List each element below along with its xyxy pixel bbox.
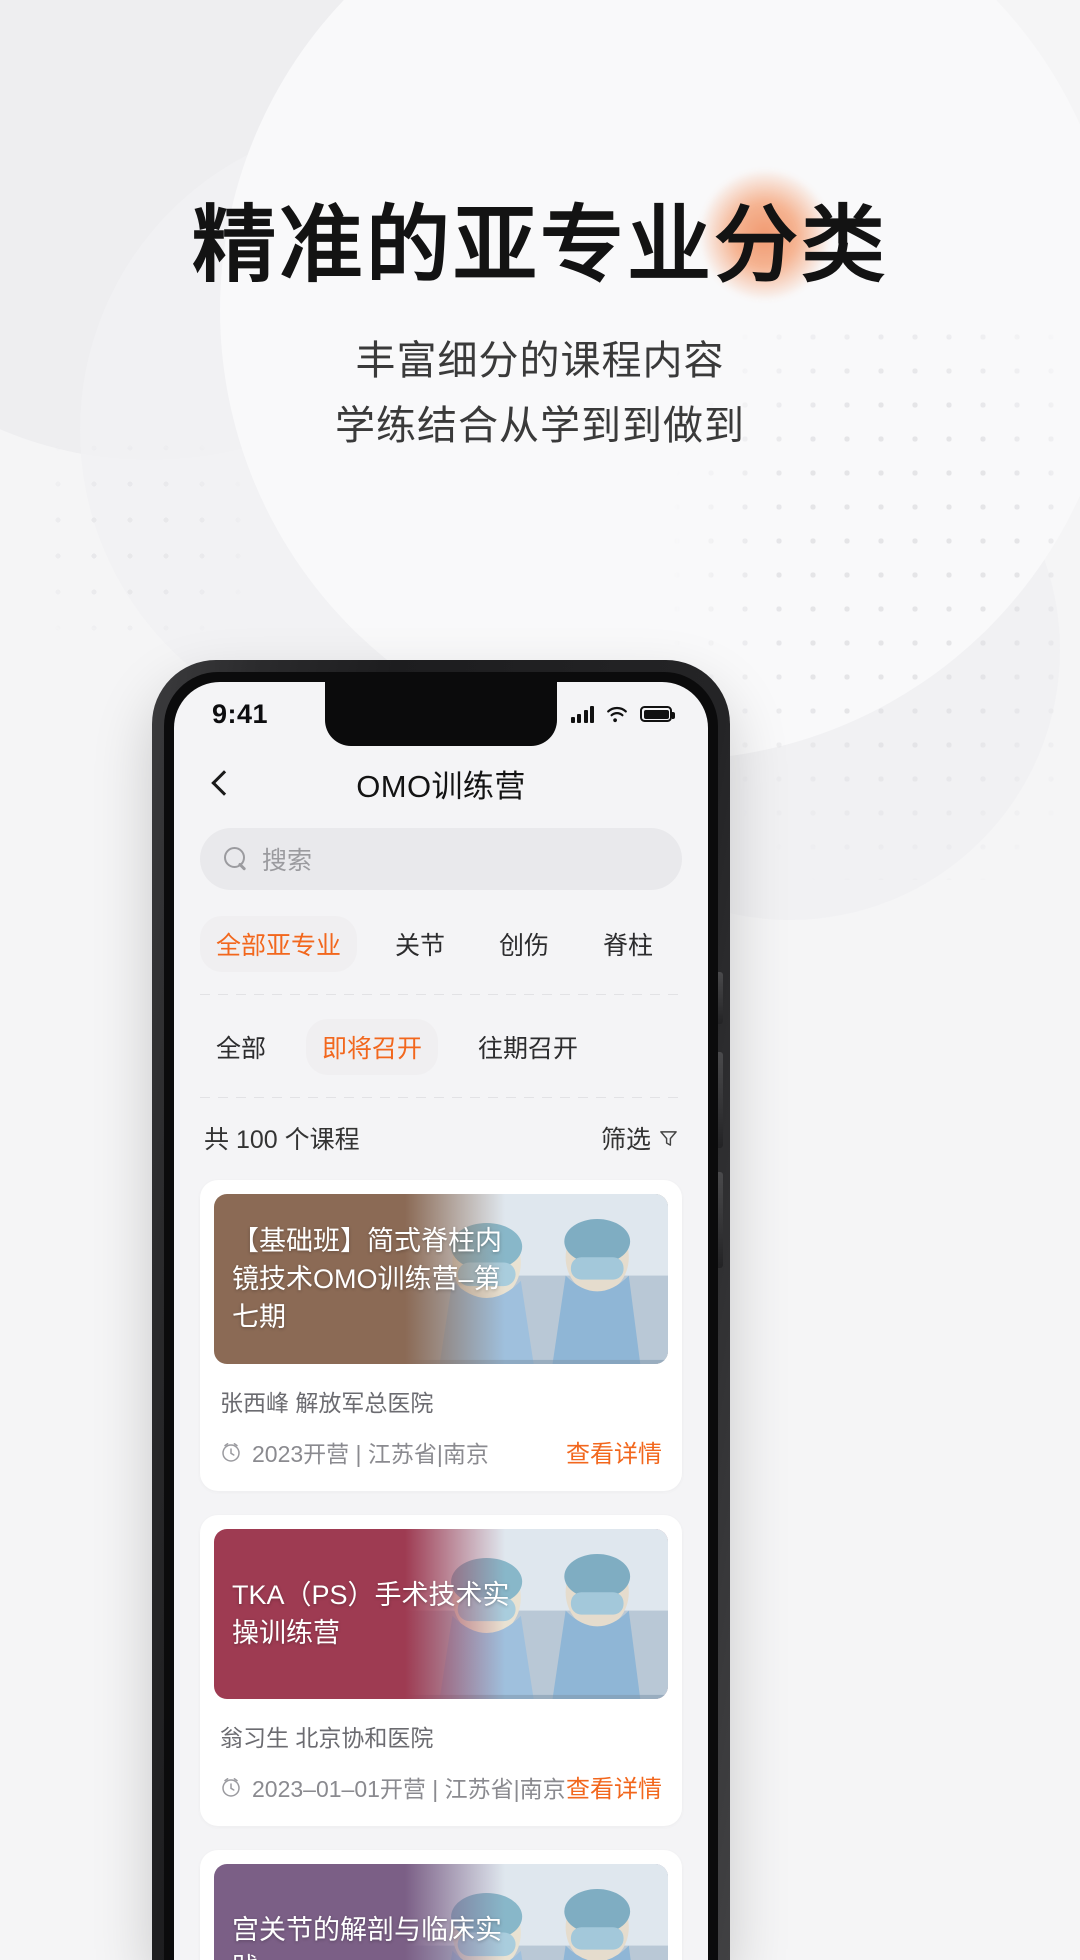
hero-subtitle: 丰富细分的课程内容 学练结合从学到到做到 — [0, 329, 1080, 459]
hero-subtitle-line-2: 学练结合从学到到做到 — [335, 403, 745, 448]
course-banner: 【基础班】简式脊柱内镜技术OMO训练营–第七期 — [214, 1194, 668, 1364]
status-tab-list[interactable]: 全部 即将召开 往期召开 — [174, 995, 708, 1097]
search-icon — [224, 846, 249, 872]
view-detail-link[interactable]: 查看详情 — [566, 1434, 662, 1469]
status-bar-icons — [570, 705, 675, 723]
battery-full-icon — [640, 706, 675, 722]
subspecialty-tab-list[interactable]: 全部亚专业关节创伤脊柱运动医学足踝 — [174, 890, 708, 994]
course-date-location: 2023–01–01开营 | 江苏省|南京 — [252, 1775, 566, 1802]
course-meta-row: 2023开营 | 江苏省|南京 查看详情 — [214, 1418, 668, 1487]
course-schedule: 2023–01–01开营 | 江苏省|南京 — [220, 1770, 566, 1804]
clock-icon — [222, 1777, 240, 1797]
filter-label: 筛选 — [600, 1126, 651, 1154]
phone-volume-up-button — [718, 1052, 723, 1148]
hero-subtitle-line-1: 丰富细分的课程内容 — [355, 339, 725, 384]
nav-title: OMO训练营 — [356, 768, 526, 804]
wifi-icon — [607, 706, 627, 723]
course-title: 【基础班】简式脊柱内镜技术OMO训练营–第七期 — [232, 1225, 502, 1333]
signal-bars-icon — [570, 705, 594, 723]
bg-dot-pattern-left — [40, 430, 280, 650]
phone-notch — [325, 682, 557, 746]
course-card[interactable]: TKA（PS）手术技术实操训练营 翁习生 北京协和医院 2023–01–01开营 |… — [200, 1515, 682, 1826]
view-detail-link[interactable]: 查看详情 — [566, 1769, 662, 1804]
course-instructor: 张西峰 解放军总医院 — [220, 1390, 434, 1416]
subspecialty-tab[interactable]: 脊柱 — [587, 916, 669, 972]
search-section: 搜索 — [174, 820, 708, 890]
status-tab[interactable]: 即将召开 — [306, 1019, 439, 1075]
phone-screen: 9:41 OMO训练营 搜索 全部亚专业 关节 创伤 脊柱 全部 即将召开 往期… — [174, 682, 708, 1960]
course-count-label: 共 100 个课程 — [204, 1126, 360, 1154]
phone-volume-down-button — [718, 1172, 723, 1268]
course-instructor: 翁习生 北京协和医院 — [220, 1725, 434, 1751]
course-title: 宫关节的解剖与临床实践 — [232, 1914, 502, 1960]
filter-button[interactable]: 筛选 — [601, 1120, 678, 1156]
subspecialty-tab[interactable]: 运动医学 — [691, 916, 708, 972]
app-nav-bar: OMO训练营 — [174, 746, 708, 820]
course-card[interactable]: 【基础班】简式脊柱内镜技术OMO训练营–第七期 张西峰 解放军总医院 2023开营 … — [200, 1180, 682, 1491]
clock-icon — [222, 1442, 240, 1462]
chevron-left-icon[interactable] — [202, 764, 240, 802]
phone-mute-button — [718, 972, 723, 1024]
course-schedule: 2023开营 | 江苏省|南京 — [220, 1435, 489, 1469]
search-placeholder: 搜索 — [262, 847, 313, 875]
funnel-icon — [660, 1130, 677, 1146]
course-list: 【基础班】简式脊柱内镜技术OMO训练营–第七期 张西峰 解放军总医院 2023开营 … — [174, 1174, 708, 1960]
course-card[interactable]: 宫关节的解剖与临床实践 — [200, 1850, 682, 1960]
phone-bezel: 9:41 OMO训练营 搜索 全部亚专业 关节 创伤 脊柱 全部 即将召开 往期… — [164, 672, 723, 1960]
status-tab[interactable]: 往期召开 — [462, 1019, 594, 1075]
page-title: 精准的亚专业分类 — [191, 198, 888, 292]
subspecialty-tab[interactable]: 创伤 — [483, 916, 565, 972]
status-tab[interactable]: 全部 — [200, 1019, 282, 1075]
course-meta-row: 2023–01–01开营 | 江苏省|南京 查看详情 — [214, 1753, 668, 1822]
course-title: TKA（PS）手术技术实操训练营 — [232, 1579, 510, 1648]
phone-mockup: 9:41 OMO训练营 搜索 全部亚专业 关节 创伤 脊柱 全部 即将召开 往期… — [152, 660, 730, 1960]
subspecialty-tab[interactable]: 全部亚专业 — [200, 916, 358, 972]
status-bar-time: 9:41 — [212, 698, 269, 729]
search-input[interactable]: 搜索 — [200, 828, 682, 890]
list-header: 共 100 个课程 筛选 — [174, 1098, 708, 1174]
course-banner: TKA（PS）手术技术实操训练营 — [214, 1529, 668, 1699]
subspecialty-tab[interactable]: 关节 — [379, 916, 461, 972]
hero-text-block: 精准的亚专业分类 丰富细分的课程内容 学练结合从学到到做到 — [0, 196, 1080, 459]
course-banner: 宫关节的解剖与临床实践 — [214, 1864, 668, 1960]
course-date-location: 2023开营 | 江苏省|南京 — [252, 1440, 489, 1467]
